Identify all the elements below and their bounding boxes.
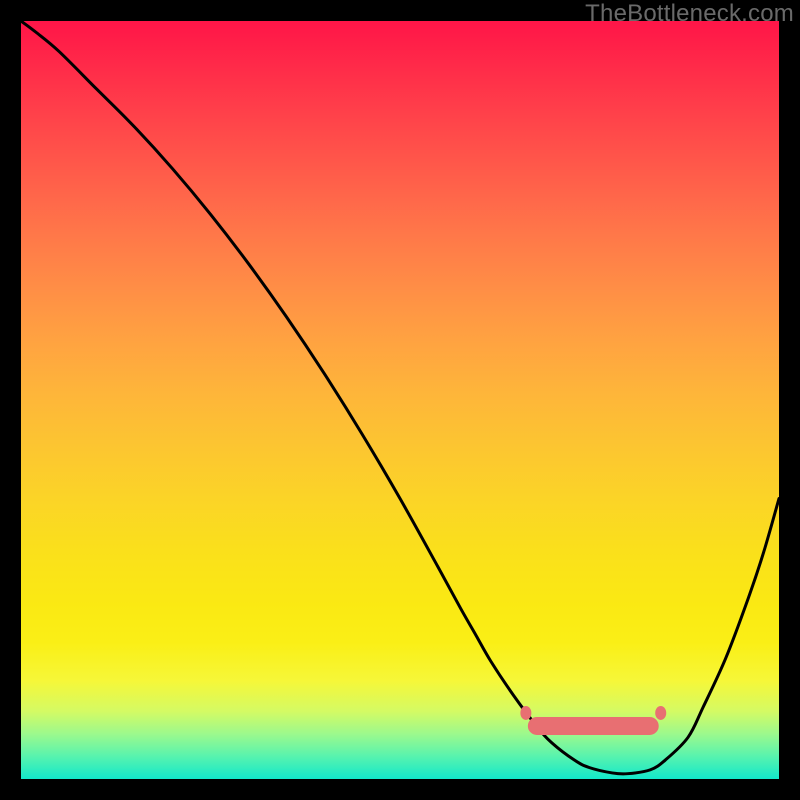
- optimal-band: [520, 706, 666, 734]
- chart-plot-area: [21, 21, 779, 779]
- chart-frame: TheBottleneck.com: [0, 0, 800, 800]
- chart-svg: [21, 21, 779, 779]
- bottleneck-curve: [21, 21, 779, 774]
